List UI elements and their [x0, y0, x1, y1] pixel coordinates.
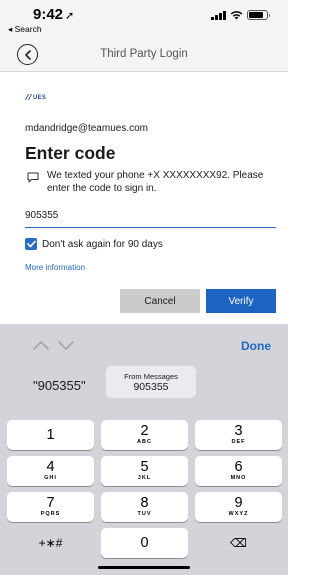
key-symbols[interactable]: +∗# [7, 528, 94, 558]
home-indicator [98, 566, 190, 569]
cancel-button[interactable]: Cancel [120, 289, 200, 313]
remember-label: Don't ask again for 90 days [42, 238, 163, 250]
key-6[interactable]: 6 MNO [195, 456, 282, 486]
heading: Enter code [25, 143, 116, 163]
clock: 9:42 ➚ [33, 6, 75, 23]
keyboard: Done "905355" From Messages 905355 1 2 A… [0, 324, 288, 575]
suggestion-from-messages[interactable]: From Messages 905355 [106, 366, 196, 398]
logo-text: UES [33, 95, 47, 101]
chevron-down-icon[interactable] [58, 341, 74, 350]
backspace-icon: ⌫ [230, 535, 247, 550]
status-icons [211, 10, 270, 20]
logo-mark-icon [25, 94, 32, 100]
key-2[interactable]: 2 ABC [101, 420, 188, 450]
code-input[interactable]: 905355 [25, 206, 276, 228]
navigation-bar: Third Party Login [0, 40, 288, 72]
key-5[interactable]: 5 JKL [101, 456, 188, 486]
sign-in-panel: UES mdandridge@teamues.com Enter code We… [0, 72, 288, 324]
key-1[interactable]: 1 [7, 420, 94, 450]
page-title: Third Party Login [100, 48, 188, 60]
key-3[interactable]: 3 DEF [195, 420, 282, 450]
sms-message-text: We texted your phone +X XXXXXXXX92. Plea… [47, 170, 264, 194]
wifi-icon [230, 11, 243, 20]
back-to-search-link[interactable]: ◂ Search [8, 24, 42, 35]
key-9[interactable]: 9 WXYZ [195, 492, 282, 522]
company-logo: UES [25, 94, 46, 101]
suggestion-typed[interactable]: "905355" [33, 378, 86, 393]
backspace-key[interactable]: ⌫ [195, 528, 282, 558]
key-0[interactable]: 0 [101, 528, 188, 558]
key-8[interactable]: 8 TUV [101, 492, 188, 522]
suggestion-code: 905355 [133, 380, 169, 393]
signal-icon [211, 10, 226, 20]
suggestion-source: From Messages [124, 371, 178, 381]
remember-checkbox[interactable] [25, 238, 37, 250]
done-button[interactable]: Done [241, 339, 271, 353]
remember-option[interactable]: Don't ask again for 90 days [25, 238, 163, 250]
verify-button[interactable]: Verify [206, 289, 276, 313]
account-email: mdandridge@teamues.com [25, 123, 148, 134]
sms-message: We texted your phone +X XXXXXXXX92. Plea… [27, 169, 277, 195]
chevron-up-icon[interactable] [33, 341, 49, 350]
suggestion-bar: "905355" From Messages 905355 [0, 366, 288, 402]
key-4[interactable]: 4 GHI [7, 456, 94, 486]
battery-level [249, 12, 264, 18]
keyboard-toolbar: Done [0, 324, 288, 366]
status-bar: 9:42 ➚ ◂ Search [0, 0, 288, 40]
key-7[interactable]: 7 PQRS [7, 492, 94, 522]
checkmark-icon [26, 240, 36, 248]
battery-icon [247, 10, 270, 20]
message-icon [27, 172, 39, 183]
more-information-link[interactable]: More information [25, 263, 85, 272]
location-arrow-icon: ➚ [65, 10, 75, 22]
